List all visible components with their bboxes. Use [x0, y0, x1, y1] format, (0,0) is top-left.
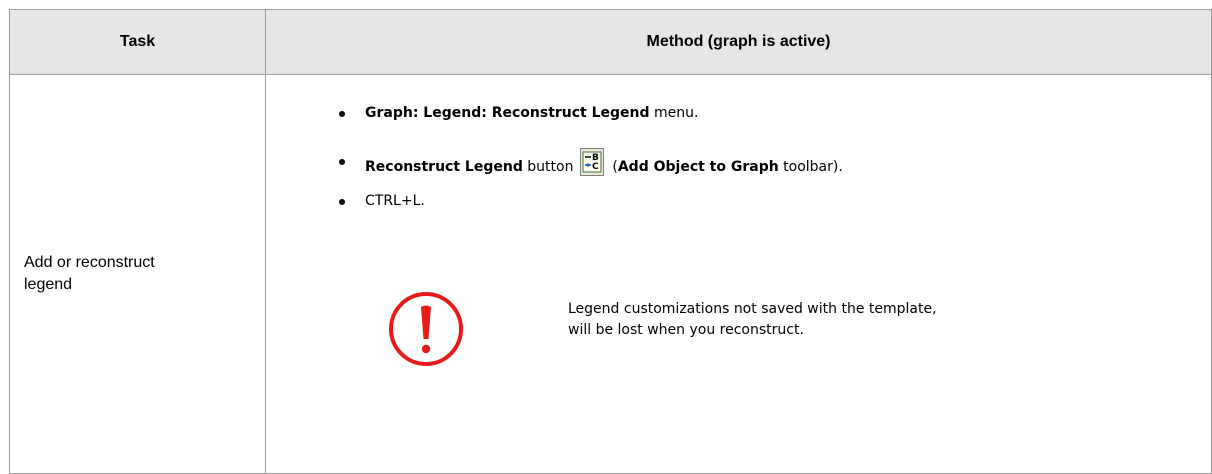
- bullet-icon: [339, 111, 345, 117]
- exclamation-circle-icon: [389, 292, 463, 366]
- header-task: Task: [9, 9, 266, 75]
- task-method-table: Task Method (graph is active) Add or rec…: [9, 9, 1212, 474]
- shortcut-text: CTRL+L.: [365, 193, 425, 209]
- table-header-row: Task Method (graph is active): [9, 9, 1212, 75]
- svg-text:C: C: [592, 162, 599, 172]
- task-text-line1: Add or reconstruct: [24, 254, 155, 271]
- menu-path: Graph: Legend: Reconstruct Legend: [365, 105, 650, 121]
- method-mid: button: [522, 159, 578, 175]
- paren-open: (: [607, 159, 618, 175]
- method-item-text: Reconstruct Legend button BC (Add Object…: [365, 148, 843, 181]
- method-suffix: toolbar).: [778, 159, 843, 175]
- method-cell: Graph: Legend: Reconstruct Legend menu. …: [265, 74, 1212, 474]
- bullet-icon: [339, 199, 345, 205]
- bullet-icon: [339, 159, 345, 165]
- method-suffix: menu.: [649, 105, 699, 121]
- header-method: Method (graph is active): [265, 9, 1212, 75]
- table-row: Add or reconstruct legend Graph: Legend:…: [9, 74, 1212, 474]
- note-text: Legend customizations not saved with the…: [568, 299, 937, 341]
- note-line1: Legend customizations not saved with the…: [568, 301, 937, 317]
- task-text-line2: legend: [24, 276, 73, 293]
- method-item-text: Graph: Legend: Reconstruct Legend menu.: [365, 105, 698, 121]
- note-line2: will be lost when you reconstruct.: [568, 322, 804, 338]
- reconstruct-legend-icon: BC: [579, 148, 604, 176]
- button-name: Reconstruct Legend: [365, 159, 523, 175]
- toolbar-name: Add Object to Graph: [617, 159, 779, 175]
- task-cell: Add or reconstruct legend: [9, 74, 266, 474]
